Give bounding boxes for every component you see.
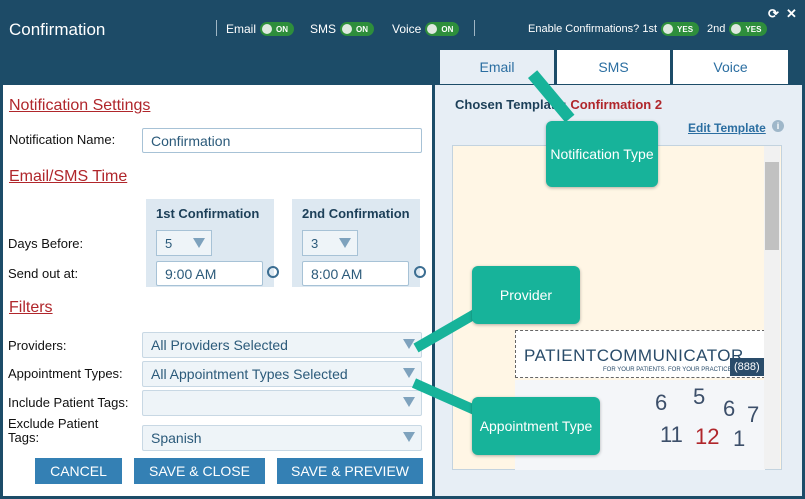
divider <box>216 20 217 36</box>
toggle-knob <box>427 24 438 34</box>
dialog-title: Confirmation <box>9 20 106 39</box>
email-sms-time-heading: Email/SMS Time <box>9 168 128 185</box>
second-confirmation-heading: 2nd Confirmation <box>302 206 410 221</box>
second-confirmation-toggle[interactable]: YES <box>729 22 768 36</box>
close-icon[interactable]: ✕ <box>786 6 797 22</box>
exclude-tags-value: Spanish <box>151 430 202 446</box>
providers-label: Providers: <box>8 338 67 353</box>
exclude-tags-label: Exclude Patient <box>8 416 99 431</box>
logo-tagline: FOR YOUR PATIENTS. FOR YOUR PRACTICE. <box>603 367 734 373</box>
first-confirmation-toggle[interactable]: YES <box>661 22 700 36</box>
appointment-types-select[interactable]: All Appointment Types Selected <box>142 361 422 387</box>
patient-communicator-logo: PATIENTCOMMUNICATOR <box>524 346 744 365</box>
chosen-template-value: Confirmation 2 <box>570 97 663 112</box>
clock-icon[interactable] <box>414 266 426 278</box>
clock-numeral: 1 <box>733 426 746 451</box>
appointment-types-label: Appointment Types: <box>8 366 123 381</box>
clock-icon[interactable] <box>267 266 279 278</box>
tab-sms[interactable]: SMS <box>557 50 670 84</box>
toggle-knob <box>663 24 674 34</box>
appointment-type-callout: Appointment Type <box>472 397 600 455</box>
providers-select[interactable]: All Providers Selected <box>142 332 422 358</box>
tab-voice[interactable]: Voice <box>673 50 788 84</box>
include-tags-select[interactable] <box>142 390 422 416</box>
clock-numeral: 11 <box>660 422 683 447</box>
clock-numeral: 5 <box>693 384 706 409</box>
chevron-down-icon <box>193 238 205 248</box>
clock-numeral: 6 <box>723 396 736 421</box>
scrollbar-thumb[interactable] <box>765 162 779 250</box>
enable-confirmations-group: Enable Confirmations? 1st YES 2nd YES <box>528 22 768 36</box>
second-time-input[interactable]: 8:00 AM <box>302 261 409 286</box>
save-preview-button[interactable]: SAVE & PREVIEW <box>277 458 423 484</box>
cancel-button[interactable]: CANCEL <box>35 458 122 484</box>
second-days-before-select[interactable]: 3 <box>302 230 358 256</box>
toggle-knob <box>731 24 742 34</box>
exclude-tags-select[interactable]: Spanish <box>142 425 422 451</box>
chevron-down-icon <box>403 432 415 442</box>
chevron-down-icon <box>339 238 351 248</box>
sms-toggle[interactable]: ON <box>340 22 375 36</box>
toggle-knob <box>342 24 353 34</box>
exclude-tags-label-2: Tags: <box>8 430 40 445</box>
chevron-down-icon <box>403 397 415 407</box>
appointment-types-value: All Appointment Types Selected <box>151 366 348 382</box>
toggle-text: ON <box>276 24 289 34</box>
enable-confirmations-label: Enable Confirmations? 1st <box>528 23 658 35</box>
providers-value: All Providers Selected <box>151 337 288 353</box>
toggle-text: YES <box>677 24 694 34</box>
days-before-label: Days Before: <box>8 236 84 251</box>
sms-toggle-group: SMS ON <box>310 22 375 36</box>
toggle-knob <box>262 24 273 34</box>
email-toggle-label: Email <box>226 22 257 36</box>
phone-number: (888) <box>730 358 764 376</box>
second-days-value: 3 <box>311 236 319 251</box>
clock-numeral: 7 <box>747 402 760 427</box>
second-confirmation-label: 2nd <box>707 23 726 35</box>
edit-template-link[interactable]: Edit Template <box>688 121 766 135</box>
toggle-text: ON <box>441 24 454 34</box>
notification-name-input[interactable]: Confirmation <box>142 128 422 153</box>
info-icon[interactable]: i <box>772 120 784 132</box>
notification-type-callout: Notification Type <box>546 121 658 187</box>
confirmation-dialog: Confirmation Email ON SMS ON Voice ON En… <box>0 0 805 499</box>
refresh-icon[interactable]: ⟳ <box>768 6 779 22</box>
first-days-value: 5 <box>165 236 173 251</box>
toggle-text: YES <box>745 24 762 34</box>
clock-numeral: 6 <box>655 390 668 415</box>
voice-toggle[interactable]: ON <box>425 22 460 36</box>
first-time-input[interactable]: 9:00 AM <box>156 261 263 286</box>
notification-name-label: Notification Name: <box>9 132 116 147</box>
provider-callout: Provider <box>472 266 580 324</box>
first-days-before-select[interactable]: 5 <box>156 230 212 256</box>
voice-toggle-label: Voice <box>392 22 422 36</box>
clock-numeral: 12 <box>695 424 720 449</box>
include-tags-label: Include Patient Tags: <box>8 395 129 410</box>
notification-settings-heading: Notification Settings <box>9 97 151 114</box>
filters-heading: Filters <box>9 299 53 316</box>
sms-toggle-label: SMS <box>310 22 337 36</box>
divider <box>474 20 475 36</box>
voice-toggle-group: Voice ON <box>392 22 460 36</box>
first-confirmation-heading: 1st Confirmation <box>156 206 260 221</box>
save-close-button[interactable]: SAVE & CLOSE <box>134 458 265 484</box>
chevron-down-icon <box>403 368 415 378</box>
toggle-text: ON <box>356 24 369 34</box>
send-out-label: Send out at: <box>8 266 79 281</box>
email-toggle-group: Email ON <box>226 22 295 36</box>
email-toggle[interactable]: ON <box>260 22 295 36</box>
